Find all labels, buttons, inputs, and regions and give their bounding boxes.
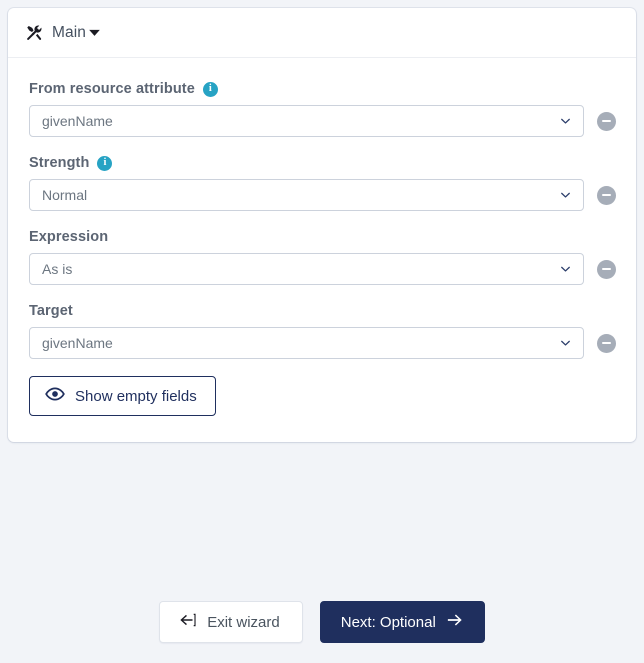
minus-icon — [602, 194, 611, 196]
field-control-row: givenName — [29, 327, 616, 359]
exit-icon — [179, 611, 197, 633]
strength-select[interactable]: Normal — [29, 179, 584, 211]
select-value: givenName — [42, 113, 113, 129]
field-target: Target givenName — [29, 302, 616, 359]
panel-header-title: Main — [25, 24, 86, 42]
field-control-row: As is — [29, 253, 616, 285]
caret-down-icon[interactable] — [86, 24, 103, 41]
from-resource-attribute-select[interactable]: givenName — [29, 105, 584, 137]
arrow-right-icon — [446, 611, 464, 633]
main-panel-card: Main From resource attribute i givenName — [8, 8, 636, 442]
tools-icon — [25, 24, 43, 42]
wizard-page: Main From resource attribute i givenName — [0, 0, 644, 663]
field-label-row: Expression — [29, 228, 616, 246]
select-value: As is — [42, 261, 73, 277]
field-strength: Strength i Normal — [29, 154, 616, 211]
next-optional-label: Next: Optional — [340, 613, 436, 631]
panel-header[interactable]: Main — [8, 8, 636, 58]
eye-icon — [45, 384, 65, 408]
field-label: Strength — [29, 155, 90, 171]
show-empty-fields-button[interactable]: Show empty fields — [29, 376, 216, 416]
info-icon[interactable]: i — [97, 155, 113, 171]
select-value: givenName — [42, 335, 113, 351]
panel-body: From resource attribute i givenName Stre… — [8, 58, 636, 442]
field-label: Expression — [29, 229, 109, 245]
field-label: Target — [29, 303, 73, 319]
remove-field-button[interactable] — [597, 259, 616, 279]
show-empty-fields-label: Show empty fields — [75, 387, 197, 405]
target-select[interactable]: givenName — [29, 327, 584, 359]
wizard-footer-actions: Exit wizard Next: Optional — [0, 601, 644, 643]
minus-icon — [602, 120, 611, 122]
field-expression: Expression As is — [29, 228, 616, 285]
field-control-row: givenName — [29, 105, 616, 137]
field-label-row: Target — [29, 302, 616, 320]
info-icon[interactable]: i — [202, 81, 218, 97]
remove-field-button[interactable] — [597, 185, 616, 205]
exit-wizard-button[interactable]: Exit wizard — [159, 601, 303, 643]
field-from-resource-attribute: From resource attribute i givenName — [29, 80, 616, 137]
remove-field-button[interactable] — [597, 333, 616, 353]
exit-wizard-label: Exit wizard — [207, 613, 280, 631]
minus-icon — [602, 268, 611, 270]
field-label-row: From resource attribute i — [29, 80, 616, 98]
expression-select[interactable]: As is — [29, 253, 584, 285]
remove-field-button[interactable] — [597, 111, 616, 131]
select-value: Normal — [42, 187, 88, 203]
panel-title: Main — [52, 23, 86, 41]
next-optional-button[interactable]: Next: Optional — [319, 601, 485, 643]
field-label-row: Strength i — [29, 154, 616, 172]
field-control-row: Normal — [29, 179, 616, 211]
field-label: From resource attribute — [29, 81, 195, 97]
minus-icon — [602, 342, 611, 344]
